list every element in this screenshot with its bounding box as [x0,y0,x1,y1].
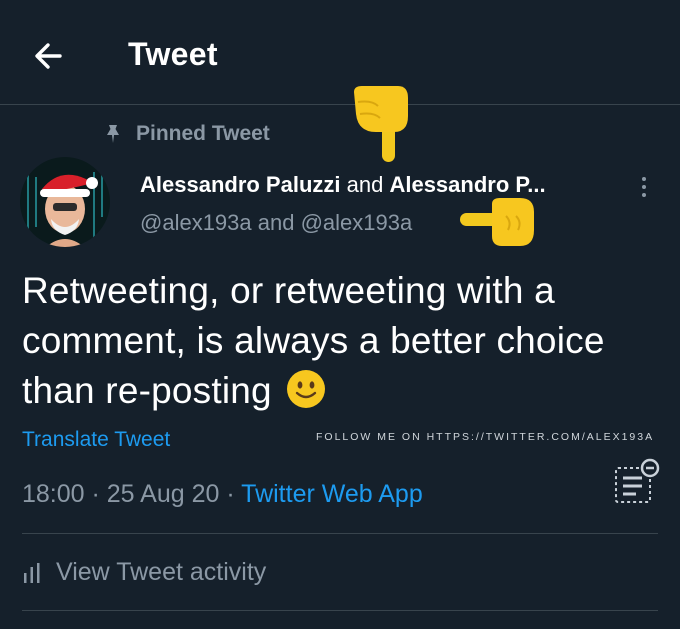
divider [22,610,658,611]
activity-label: View Tweet activity [56,558,267,586]
notes-icon[interactable] [612,458,662,506]
view-activity-button[interactable]: View Tweet activity [22,558,266,587]
author-name-1[interactable]: Alessandro Paluzzi [140,172,341,197]
author-handles: @alex193a and @alex193a [140,210,412,236]
avatar[interactable] [20,157,110,247]
more-icon [642,177,646,181]
handle-joiner: and [251,210,301,235]
back-arrow-icon [35,43,62,69]
author-names[interactable]: Alessandro Paluzzi and Alessandro P... [140,172,546,198]
more-icon-dot [642,185,646,189]
hand-pointing-down-icon [354,86,408,162]
more-icon-dot [642,193,646,197]
tweet-time[interactable]: 18:00 [22,480,85,508]
meta-separator: · [219,480,242,508]
more-options-button[interactable] [632,172,656,202]
author-handle-1[interactable]: @alex193a [140,210,252,235]
pinned-text: Pinned Tweet [136,122,270,145]
watermark-text: FOLLOW ME ON HTTPS://TWITTER.COM/ALEX193… [316,431,655,443]
hand-pointing-left-icon [460,198,534,246]
page-title: Tweet [128,36,218,72]
author-joiner: and [340,172,390,197]
pinned-label: Pinned Tweet [104,122,270,146]
divider [22,533,658,534]
translate-tweet-link[interactable]: Translate Tweet [22,428,170,452]
avatar-image [20,157,110,247]
tweet-source-link[interactable]: Twitter Web App [241,480,423,508]
tweet-date[interactable]: 25 Aug 20 [107,480,220,508]
author-name-2[interactable]: Alessandro P... [389,172,545,197]
author-handle-2[interactable]: @alex193a [301,210,413,235]
pin-icon [107,125,119,143]
smile-emoji-icon [287,370,326,408]
meta-separator: · [84,480,107,508]
tweet-meta: 18:00 · 25 Aug 20 · Twitter Web App [22,480,423,509]
tweet-body: Retweeting, or retweeting with a comment… [22,266,662,416]
back-button[interactable] [30,36,70,76]
top-bar: Tweet [0,0,680,105]
activity-bars-icon [24,562,40,583]
